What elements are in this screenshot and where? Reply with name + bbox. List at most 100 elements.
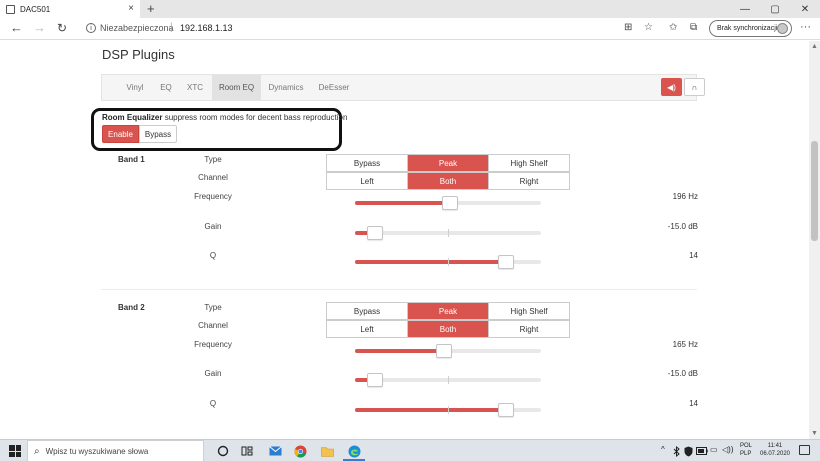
close-window-button[interactable]: ✕ — [790, 0, 820, 18]
new-tab-button[interactable]: + — [147, 1, 155, 16]
enable-button[interactable]: Enable — [102, 125, 139, 143]
slider-center-tick — [448, 229, 449, 237]
tab-dynamics[interactable]: Dynamics — [261, 75, 311, 100]
gain-slider[interactable] — [355, 373, 541, 387]
favorite-star-icon[interactable]: ☆ — [644, 22, 653, 33]
favorites-list-icon[interactable]: ✩ — [669, 22, 677, 33]
file-explorer-icon[interactable] — [320, 444, 334, 458]
slider-handle[interactable] — [436, 344, 453, 358]
plugin-description: Room Equalizer suppress room modes for d… — [102, 113, 347, 122]
speaker-output-button[interactable]: ◀) — [661, 78, 682, 96]
frequency-slider[interactable] — [355, 196, 541, 210]
gain-label: Gain — [204, 369, 222, 378]
clock[interactable]: 11:41 06.07.2020 — [756, 442, 794, 458]
gain-label: Gain — [204, 222, 222, 231]
avatar — [777, 23, 788, 34]
collections-icon[interactable]: ⧉ — [690, 22, 697, 33]
speaker-icon: ◀) — [667, 82, 676, 92]
type-option-peak[interactable]: Peak — [408, 155, 489, 171]
type-option-bypass[interactable]: Bypass — [327, 303, 408, 319]
plugin-description-text: suppress room modes for decent bass repr… — [164, 113, 348, 122]
channel-option-left[interactable]: Left — [327, 321, 408, 337]
reload-icon[interactable]: ↻ — [57, 21, 67, 35]
taskbar-search[interactable]: ⌕ Wpisz tu wyszukiwane słowa — [27, 440, 204, 461]
tab-strip: DAC501 × + — ▢ ✕ — [0, 0, 820, 18]
tab-xtc[interactable]: XTC — [178, 75, 212, 100]
slider-handle[interactable] — [367, 373, 384, 387]
slider-handle[interactable] — [367, 226, 384, 240]
clock-date: 06.07.2020 — [759, 451, 791, 457]
slider-handle[interactable] — [441, 196, 458, 210]
search-icon: ⌕ — [34, 445, 40, 457]
volume-icon[interactable]: ◁)) — [722, 445, 733, 454]
q-slider[interactable] — [355, 403, 541, 417]
mail-icon[interactable] — [268, 444, 282, 458]
taskbar: ⌕ Wpisz tu wyszukiwane słowa ^ ▭ ◁)) POL… — [0, 439, 820, 461]
slider-fill — [355, 349, 445, 353]
battery-icon[interactable] — [696, 444, 708, 458]
tab-vinyl[interactable]: Vinyl — [116, 75, 154, 100]
back-icon[interactable]: ← — [10, 20, 23, 35]
url-field[interactable]: 192.168.1.13 — [180, 23, 233, 33]
slider-fill — [355, 201, 450, 205]
tab-room-eq[interactable]: Room EQ — [212, 75, 261, 100]
sync-label: Brak synchronizacji — [717, 25, 778, 32]
close-tab-icon[interactable]: × — [128, 3, 134, 14]
start-menu-icon[interactable] — [9, 445, 21, 457]
gain-slider[interactable] — [355, 226, 541, 240]
chrome-icon[interactable] — [293, 444, 307, 458]
edge-icon[interactable] — [347, 444, 361, 458]
type-selector: Bypass Peak High Shelf — [326, 154, 570, 172]
browser-tab[interactable]: DAC501 × — [0, 0, 140, 18]
widgets-icon[interactable] — [240, 444, 254, 458]
translate-icon[interactable]: ⊞ — [624, 22, 632, 33]
notifications-icon[interactable] — [799, 445, 810, 455]
bypass-button[interactable]: Bypass — [139, 125, 177, 143]
network-icon[interactable]: ▭ — [710, 445, 718, 454]
page-scrollbar[interactable]: ▲ ▼ — [809, 41, 820, 439]
channel-selector: Left Both Right — [326, 172, 570, 190]
channel-option-both[interactable]: Both — [408, 321, 489, 337]
slider-fill — [355, 260, 506, 264]
tab-eq[interactable]: EQ — [154, 75, 178, 100]
sync-button[interactable]: Brak synchronizacji — [709, 20, 792, 37]
type-option-peak[interactable]: Peak — [408, 303, 489, 319]
frequency-slider[interactable] — [355, 344, 541, 358]
plugin-name: Room Equalizer — [102, 113, 163, 122]
q-slider[interactable] — [355, 255, 541, 269]
channel-option-left[interactable]: Left — [327, 173, 408, 189]
slider-handle[interactable] — [497, 403, 514, 417]
info-icon[interactable]: i — [86, 23, 96, 33]
tray-overflow-icon[interactable]: ^ — [661, 445, 665, 454]
maximize-button[interactable]: ▢ — [760, 0, 790, 18]
q-value: 14 — [689, 251, 698, 260]
type-option-high-shelf[interactable]: High Shelf — [489, 155, 569, 171]
channel-option-right[interactable]: Right — [489, 321, 569, 337]
slider-handle[interactable] — [497, 255, 514, 269]
band-1: Band 1 Type Channel Frequency Gain Q Byp… — [0, 154, 809, 294]
channel-label: Channel — [198, 321, 228, 330]
window-controls: — ▢ ✕ — [730, 0, 820, 18]
scrollbar-thumb[interactable] — [811, 141, 818, 241]
channel-option-both[interactable]: Both — [408, 173, 489, 189]
not-secure-label[interactable]: Niezabezpieczona — [100, 23, 174, 33]
forward-icon[interactable]: → — [33, 20, 46, 35]
channel-selector: Left Both Right — [326, 320, 570, 338]
type-option-high-shelf[interactable]: High Shelf — [489, 303, 569, 319]
tab-deesser[interactable]: DeEsser — [311, 75, 357, 100]
bluetooth-icon[interactable] — [671, 444, 681, 458]
scroll-up-icon[interactable]: ▲ — [811, 43, 818, 50]
channel-option-right[interactable]: Right — [489, 173, 569, 189]
headphones-output-button[interactable]: ∩ — [684, 78, 705, 96]
security-icon[interactable] — [683, 444, 693, 458]
scroll-down-icon[interactable]: ▼ — [811, 430, 818, 437]
slider-center-tick — [448, 258, 449, 266]
input-language[interactable]: POL PLP — [740, 442, 752, 458]
minimize-button[interactable]: — — [730, 0, 760, 18]
type-label: Type — [204, 155, 222, 164]
address-bar: ← → ↻ i Niezabezpieczona | 192.168.1.13 … — [0, 18, 820, 40]
slider-center-tick — [448, 406, 449, 414]
more-options-icon[interactable]: ··· — [800, 21, 811, 33]
task-view-icon[interactable] — [216, 444, 230, 458]
type-option-bypass[interactable]: Bypass — [327, 155, 408, 171]
